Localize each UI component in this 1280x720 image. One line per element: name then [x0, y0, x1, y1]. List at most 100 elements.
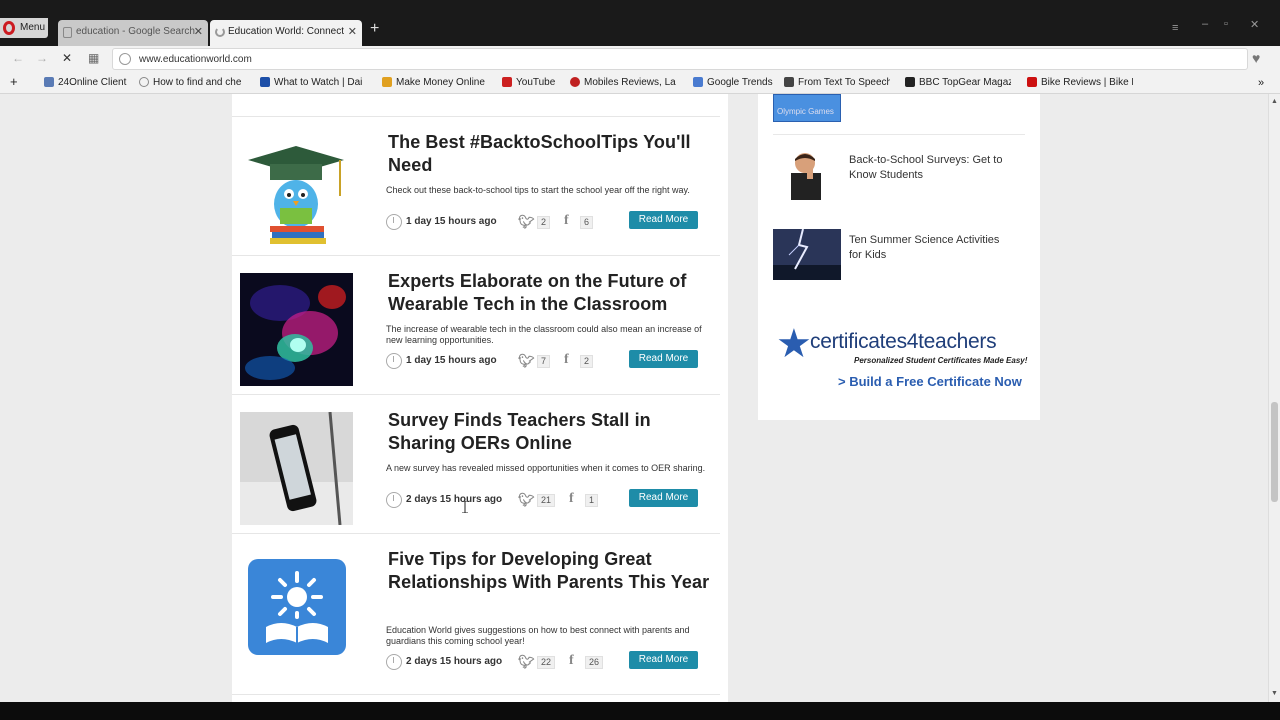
bookmark-label: How to find and che — [153, 77, 242, 88]
tab-menu-icon[interactable]: ≡ — [1172, 22, 1178, 34]
bookmark-item[interactable]: Make Money Online — [382, 77, 488, 88]
article-thumbnail[interactable] — [240, 273, 353, 386]
scrollbar-thumb[interactable] — [1271, 402, 1278, 502]
url-text: www.educationworld.com — [139, 54, 252, 65]
twitter-count: 22 — [537, 656, 556, 669]
tab-education-world[interactable]: Education World: Connect ✕ — [210, 20, 362, 46]
sun-over-book-icon — [248, 559, 346, 655]
article-thumbnail[interactable] — [246, 557, 348, 659]
bookmark-item[interactable]: How to find and che — [139, 77, 243, 88]
bookmark-label: Mobiles Reviews, La — [584, 77, 676, 88]
speed-dial-grid-icon[interactable]: ▦ — [88, 51, 99, 65]
student-thinking-photo — [773, 149, 841, 200]
twitter-icon[interactable]: 🐦︎ — [518, 353, 535, 368]
article-title[interactable]: Experts Elaborate on the Future of Weara… — [388, 270, 718, 315]
build-certificate-link[interactable]: > Build a Free Certificate Now — [838, 374, 1022, 389]
divider — [232, 394, 720, 395]
article-thumbnail[interactable] — [240, 412, 353, 525]
maximize-icon[interactable]: ▫ — [1224, 18, 1228, 30]
bookmark-favicon-icon — [784, 77, 794, 87]
article-title[interactable]: The Best #BacktoSchoolTips You'll Need — [388, 131, 718, 176]
article-description: Education World gives suggestions on how… — [386, 625, 690, 646]
bookmark-favicon-icon — [905, 77, 915, 87]
bookmark-item[interactable]: 24Online Client — [44, 77, 128, 88]
browser-menu-label: Menu — [20, 22, 46, 33]
bookmark-item[interactable]: What to Watch | Dai — [260, 77, 368, 88]
bookmark-favicon-icon — [260, 77, 270, 87]
facebook-count: 1 — [585, 494, 599, 507]
facebook-count: 6 — [580, 216, 594, 229]
more-bookmarks-chevron-icon[interactable]: » — [1258, 77, 1264, 89]
twitter-icon[interactable]: 🐦︎ — [518, 654, 535, 669]
bookmark-item[interactable]: Mobiles Reviews, La — [570, 77, 678, 88]
window-close-icon[interactable]: ✕ — [1250, 18, 1259, 31]
read-more-button[interactable]: Read More — [629, 651, 698, 669]
bookmarks-bar: + 24Online Client How to find and che Wh… — [0, 72, 1280, 94]
read-more-button[interactable]: Read More — [629, 211, 698, 229]
divider — [232, 694, 720, 695]
new-tab-plus-icon[interactable]: + — [370, 20, 384, 40]
bookmark-favicon-icon — [1027, 77, 1037, 87]
site-info-icon[interactable] — [119, 53, 131, 65]
divider — [232, 533, 720, 534]
article-title[interactable]: Survey Finds Teachers Stall in Sharing O… — [388, 409, 718, 454]
bookmark-item[interactable]: Bike Reviews | Bike R — [1027, 77, 1133, 88]
bookmark-heart-icon[interactable]: ♥ — [1252, 50, 1260, 66]
article-thumbnail[interactable] — [240, 134, 353, 247]
facebook-icon[interactable]: f — [569, 491, 579, 506]
facebook-icon[interactable]: f — [564, 352, 574, 367]
thumbnail-caption: Olympic Games — [777, 107, 834, 116]
star-icon: ★ — [776, 322, 812, 366]
sidebar-thumbnail — [773, 229, 841, 280]
bookmark-favicon-icon — [44, 77, 54, 87]
stop-loading-icon[interactable]: ✕ — [62, 51, 72, 65]
tab-title: education - Google Search — [76, 26, 195, 37]
bookmark-item[interactable]: Google Trends — [693, 77, 777, 88]
scroll-down-arrow-icon[interactable]: ▼ — [1271, 690, 1278, 697]
ad-brand: certificates4teachers — [810, 330, 997, 353]
back-arrow-icon[interactable]: ← — [12, 51, 24, 65]
facebook-icon[interactable]: f — [564, 213, 574, 228]
sidebar-item-title: Back-to-School Surveys: Get to Know Stud… — [849, 154, 1003, 181]
read-more-button[interactable]: Read More — [629, 489, 698, 507]
close-tab-icon[interactable]: ✕ — [194, 25, 203, 38]
search-icon — [139, 77, 149, 87]
browser-menu-button[interactable]: Menu — [0, 18, 48, 38]
tab-google-search[interactable]: education - Google Search ✕ — [58, 20, 208, 46]
twitter-icon[interactable]: 🐦︎ — [518, 214, 535, 229]
clock-icon — [386, 492, 402, 508]
close-tab-icon[interactable]: ✕ — [348, 25, 357, 38]
smartphone-photo — [240, 412, 353, 525]
bookmark-label: Google Trends — [707, 77, 773, 88]
lightning-storm-photo — [773, 229, 841, 280]
sidebar-thumbnail — [773, 149, 841, 200]
bookmark-label: Bike Reviews | Bike R — [1041, 77, 1133, 88]
bookmark-label: YouTube — [516, 77, 556, 88]
twitter-count: 7 — [537, 355, 551, 368]
article-meta: 2 days 15 hours ago 🐦︎ 22 f 26 Read More — [386, 651, 716, 672]
twitter-icon[interactable]: 🐦︎ — [518, 492, 535, 507]
sidebar: Olympic Games Back-to-School Surveys: Ge… — [758, 94, 1040, 420]
scroll-up-arrow-icon[interactable]: ▲ — [1271, 98, 1278, 105]
opera-logo-icon — [3, 21, 15, 35]
vertical-scrollbar[interactable]: ▲ ▼ — [1268, 94, 1280, 702]
certificates4teachers-ad[interactable]: ★ certificates4teachers Personalized Stu… — [776, 324, 1028, 394]
url-field[interactable]: www.educationworld.com — [112, 48, 1248, 70]
bookmark-item[interactable]: YouTube — [502, 77, 562, 88]
browser-titlebar: Menu education - Google Search ✕ Educati… — [0, 0, 1280, 46]
bookmark-item[interactable]: BBC TopGear Magaz — [905, 77, 1011, 88]
forward-arrow-icon[interactable]: → — [36, 51, 48, 65]
divider — [773, 134, 1025, 135]
add-bookmark-plus-icon[interactable]: + — [10, 74, 18, 89]
graduation-bird-illustration — [240, 134, 353, 247]
facebook-icon[interactable]: f — [569, 653, 579, 668]
loading-spinner-icon — [215, 27, 225, 37]
bookmark-item[interactable]: From Text To Speech — [784, 77, 890, 88]
text-cursor-icon — [462, 501, 468, 513]
minimize-icon[interactable]: – — [1202, 18, 1208, 30]
article-meta: 1 day 15 hours ago 🐦︎ 2 f 6 Read More — [386, 211, 716, 232]
article-title[interactable]: Five Tips for Developing Great Relations… — [388, 548, 718, 593]
read-more-button[interactable]: Read More — [629, 350, 698, 368]
olympic-games-thumbnail[interactable]: Olympic Games — [773, 94, 841, 122]
time-ago: 2 days 15 hours ago — [406, 656, 503, 667]
